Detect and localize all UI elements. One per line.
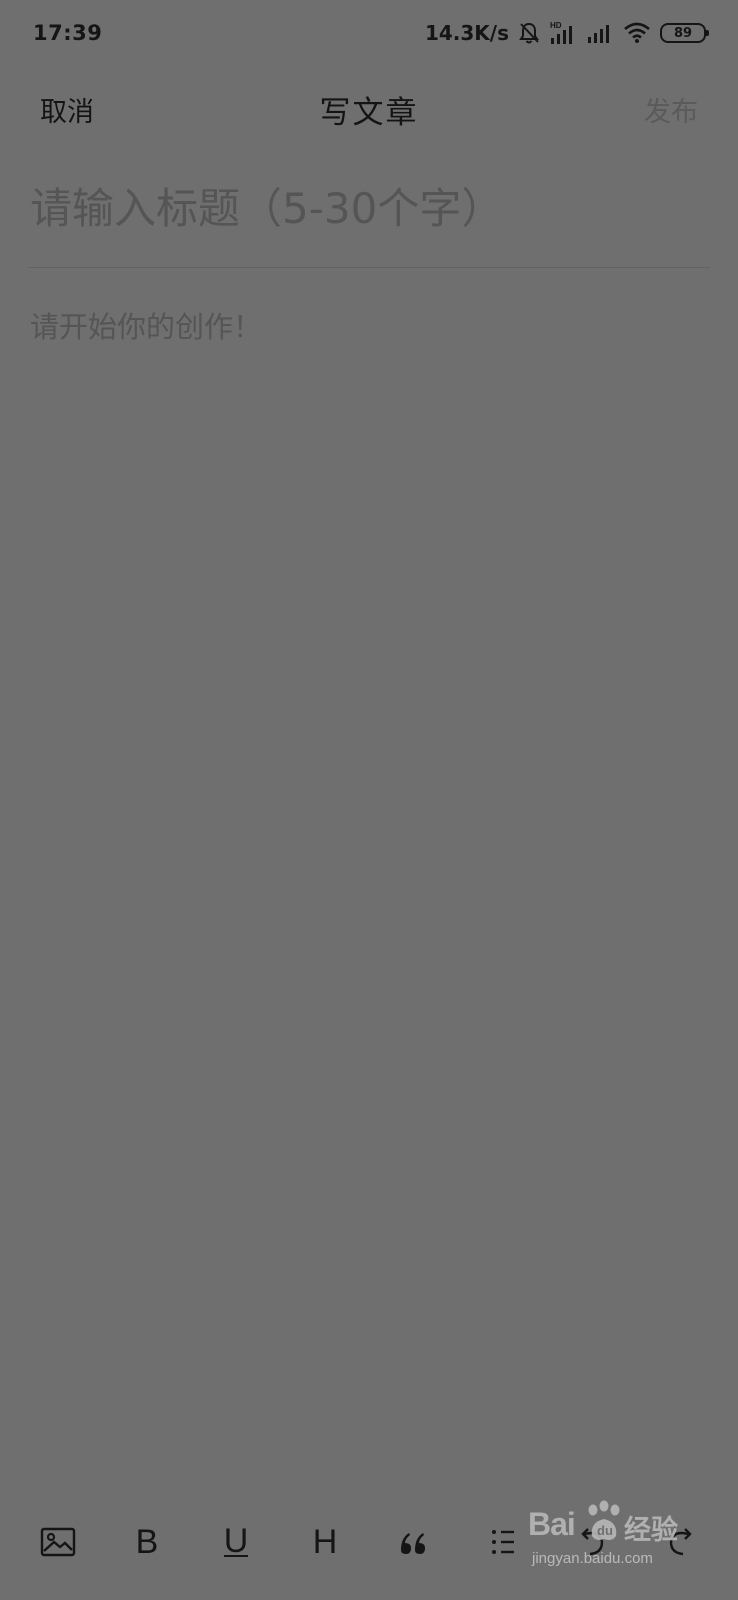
bold-icon[interactable]: B [127,1522,167,1562]
quote-icon[interactable] [394,1522,434,1562]
top-nav: 取消 写文章 发布 [0,66,738,152]
baidu-jingyan-watermark: Bai du 经验 jingyan.baidu.com [528,1498,708,1580]
image-icon[interactable] [38,1522,78,1562]
watermark-brand: Bai [528,1506,576,1542]
list-icon[interactable] [483,1522,523,1562]
underline-glyph: U [223,1522,249,1560]
wifi-icon [623,22,651,44]
page-title: 写文章 [319,94,419,131]
signal-icon [586,22,614,44]
svg-text:HD: HD [550,21,562,30]
title-placeholder: 请输入标题（5-30个字） [30,184,504,233]
title-input[interactable]: 请输入标题（5-30个字） [28,176,710,268]
publish-button[interactable]: 发布 [644,90,698,129]
body-input[interactable]: 请开始你的创作！ [30,300,708,1480]
cancel-button[interactable]: 取消 [40,90,94,129]
network-speed: 14.3K/s [424,21,509,45]
underline-icon[interactable]: U [216,1522,256,1562]
write-article-screen: 17:39 14.3K/s HD 89 取消 写文章 发布 请输入标题（5-30… [0,0,738,1600]
status-bar: 17:39 14.3K/s HD 89 [0,0,738,66]
status-icons: 14.3K/s HD 89 [424,20,709,46]
status-time: 17:39 [33,21,103,45]
heading-icon[interactable]: H [305,1522,345,1562]
baidu-paw-icon: du [584,1500,624,1548]
svg-text:du: du [597,1523,613,1538]
hd-signal-icon: HD [549,20,577,46]
watermark-url: jingyan.baidu.com [532,1550,653,1567]
body-placeholder: 请开始你的创作！ [30,310,263,344]
watermark-jingyan: 经验 [624,1515,678,1546]
battery-icon: 89 [660,23,709,43]
bell-muted-icon [518,21,540,45]
